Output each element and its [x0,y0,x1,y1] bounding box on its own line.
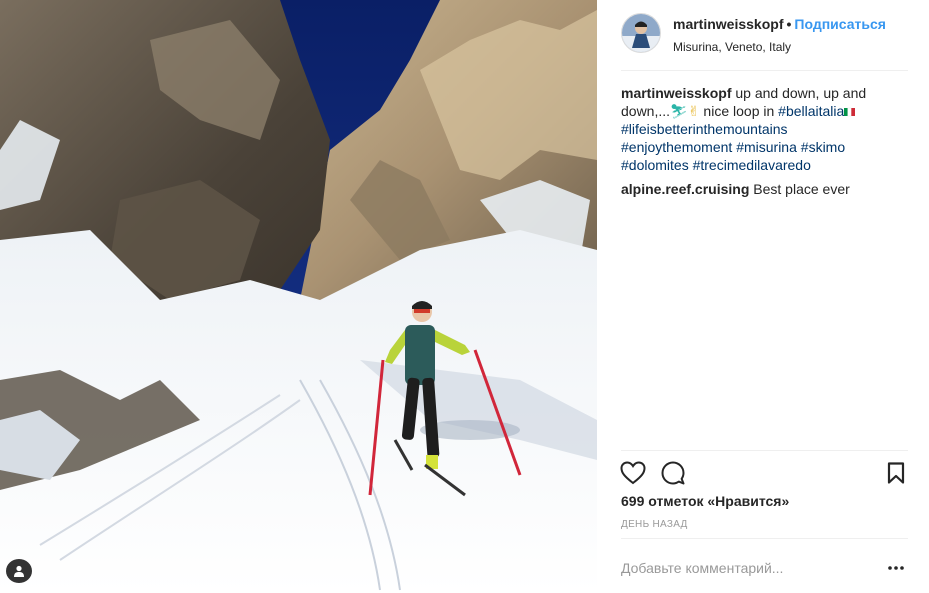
hashtag-link[interactable]: #skimo [801,139,845,155]
save-button[interactable] [882,459,910,487]
post-caption: martinweisskopf up and down, up and down… [621,84,891,174]
post-header: martinweisskopf • Подписаться Misurina, Ve… [621,0,908,71]
user-tag-icon [14,565,24,577]
comment-form [621,538,908,593]
hashtag-link[interactable]: #trecimedilavaredo [693,157,811,173]
actions-divider [621,450,908,451]
bookmark-icon [887,462,905,484]
hashtag-link[interactable]: #lifeisbetterinthemountains [621,121,788,137]
author-username[interactable]: martinweisskopf [673,16,783,32]
peace-emoji: ✌ [687,103,700,119]
like-button[interactable] [619,459,647,487]
hashtag-link[interactable]: #misurina [736,139,797,155]
hashtag-link[interactable]: #enjoythemoment [621,139,732,155]
avatar-image [622,14,660,52]
skier-emoji: ⛷ [670,103,688,119]
caption-text-2: nice loop in [699,103,779,119]
separator-dot: • [786,16,792,32]
italy-flag-emoji: 🇮🇹 [844,103,856,119]
heart-icon [620,461,646,485]
post-header-text: martinweisskopf • Подписаться Misurina, Ve… [673,16,913,54]
comment-input[interactable] [621,555,871,581]
comment-text: Best place ever [753,181,850,197]
caption-username[interactable]: martinweisskopf [621,85,731,101]
comment-username[interactable]: alpine.reef.cruising [621,181,749,197]
post-time[interactable]: ДЕНЬ НАЗАД [621,519,688,530]
ski-mountain-photo [0,0,597,593]
user-tag-badge[interactable] [6,559,32,583]
comment-button[interactable] [659,459,687,487]
comment-bubble-icon [661,461,685,485]
post-photo[interactable] [0,0,597,593]
likes-count[interactable]: 699 отметок «Нравится» [621,493,789,509]
more-options-button[interactable] [884,557,908,579]
hashtag-link[interactable]: #dolomites [621,157,689,173]
comment-item: alpine.reef.cruising Best place ever [621,180,891,198]
post-details-pane: martinweisskopf • Подписаться Misurina, Ve… [597,0,929,593]
follow-button[interactable]: Подписаться [794,16,886,32]
more-options-icon [888,566,904,570]
avatar[interactable] [621,13,661,53]
location-link[interactable]: Misurina, Veneto, Italy [673,40,913,54]
hashtag-link[interactable]: #bellaitalia [778,103,844,119]
